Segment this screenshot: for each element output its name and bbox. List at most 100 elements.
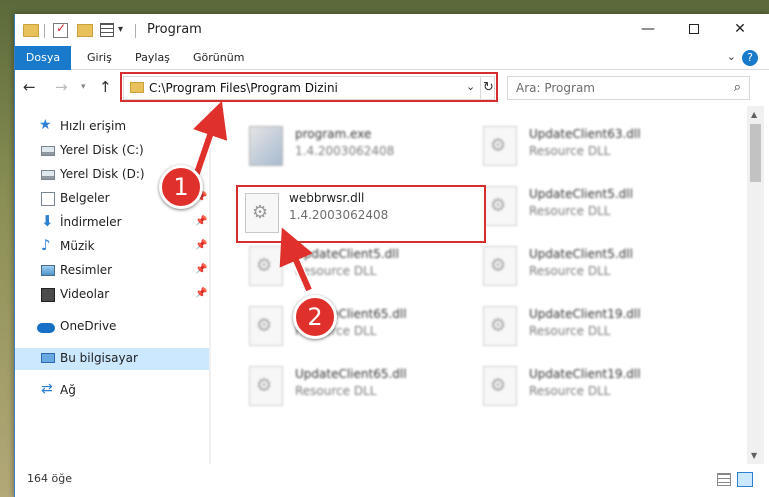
toolbar-divider	[44, 24, 45, 38]
up-arrow-icon[interactable]: ↑	[99, 78, 112, 96]
sidebar-item-label: Yerel Disk (C:)	[60, 143, 144, 157]
sidebar-item-label: Hızlı erişim	[60, 119, 127, 133]
maximize-button[interactable]	[671, 14, 717, 44]
file-item[interactable]: UpdateClient19.dll Resource DLL	[483, 306, 703, 348]
sidebar-item-label: Belgeler	[60, 191, 110, 205]
recent-locations-dropdown-icon[interactable]: ▾	[81, 82, 86, 92]
sidebar-item-label: Videolar	[60, 287, 110, 301]
address-highlight-box	[120, 72, 498, 102]
file-item[interactable]: UpdateClient5.dll Resource DLL	[483, 186, 703, 228]
file-version: 1.4.2003062408	[289, 208, 389, 222]
item-count: 164 öğe	[27, 472, 72, 485]
sidebar-item-quick-access[interactable]: ★ Hızlı erişim	[15, 116, 209, 138]
scroll-up-icon[interactable]: ▲	[751, 110, 757, 119]
dll-file-icon	[249, 366, 283, 406]
dll-file-icon	[483, 366, 517, 406]
sidebar-item-this-pc[interactable]: Bu bilgisayar	[15, 348, 209, 370]
dll-file-icon	[483, 186, 517, 226]
pictures-icon	[41, 265, 55, 276]
cloud-icon	[37, 323, 55, 333]
pin-icon[interactable]: 📌	[195, 288, 207, 299]
file-name: UpdateClient5.dll	[529, 247, 633, 261]
pin-icon[interactable]: 📌	[195, 240, 207, 251]
tab-file[interactable]: Dosya	[15, 46, 71, 70]
tab-view[interactable]: Görünüm	[183, 46, 254, 70]
navigation-pane: ★ Hızlı erişim Yerel Disk (C:) Yerel Dis…	[15, 106, 209, 464]
vertical-scrollbar[interactable]: ▲ ▼	[747, 106, 764, 464]
file-name: UpdateClient5.dll	[529, 187, 633, 201]
scrollbar-thumb[interactable]	[750, 124, 761, 182]
drive-icon	[41, 170, 55, 180]
document-icon	[41, 192, 55, 206]
sidebar-item-label: Müzik	[60, 239, 95, 253]
navigation-bar: ← → ▾ ↑ C:\Program Files\Program Dizini …	[15, 71, 769, 105]
file-version: 1.4.2003062408	[295, 144, 395, 158]
file-item[interactable]: program.exe 1.4.2003062408	[249, 126, 449, 168]
file-item[interactable]: UpdateClient5.dll Resource DLL	[249, 246, 449, 288]
sidebar-item-local-disk-c[interactable]: Yerel Disk (C:)	[15, 140, 209, 162]
sidebar-item-network[interactable]: ⇄ Ağ	[15, 380, 209, 402]
sidebar-item-music[interactable]: ♪ Müzik 📌	[15, 236, 209, 258]
drive-icon	[41, 146, 55, 156]
file-description: Resource DLL	[295, 264, 377, 278]
properties-icon[interactable]	[100, 23, 114, 37]
file-item[interactable]: UpdateClient19.dll Resource DLL	[483, 366, 703, 408]
sidebar-item-onedrive[interactable]: OneDrive	[15, 316, 209, 338]
scroll-down-icon[interactable]: ▼	[751, 451, 757, 460]
pin-icon[interactable]: 📌	[195, 216, 207, 227]
executable-icon	[249, 126, 283, 166]
highlighted-file-item[interactable]: webbrwsr.dll 1.4.2003062408	[236, 185, 486, 243]
customize-toolbar-dropdown-icon[interactable]: ▾	[118, 24, 123, 40]
sidebar-item-videos[interactable]: Videolar 📌	[15, 284, 209, 306]
expand-ribbon-icon[interactable]: ⌄	[727, 50, 736, 63]
file-name: UpdateClient5.dll	[295, 247, 399, 261]
file-item[interactable]: UpdateClient63.dll Resource DLL	[483, 126, 703, 168]
network-icon: ⇄	[41, 381, 53, 397]
file-item[interactable]: UpdateClient5.dll Resource DLL	[483, 246, 703, 288]
video-icon	[41, 288, 55, 302]
window-title: Program	[147, 22, 202, 37]
file-description: Resource DLL	[529, 144, 611, 158]
new-folder-icon[interactable]	[77, 24, 93, 37]
sidebar-item-downloads[interactable]: ⬇ İndirmeler 📌	[15, 212, 209, 234]
tab-share[interactable]: Paylaş	[125, 46, 180, 70]
status-bar: 164 öğe	[15, 466, 769, 497]
sidebar-item-label: OneDrive	[60, 319, 117, 333]
tab-home[interactable]: Giriş	[77, 46, 122, 70]
details-view-icon[interactable]	[717, 473, 731, 486]
dll-file-icon	[245, 193, 279, 233]
file-name: webbrwsr.dll	[289, 191, 365, 205]
close-button[interactable]: ✕	[717, 14, 763, 44]
dll-file-icon	[483, 306, 517, 346]
file-name: program.exe	[295, 127, 372, 141]
back-arrow-icon[interactable]: ←	[23, 78, 36, 96]
file-description: Resource DLL	[529, 264, 611, 278]
forward-arrow-icon[interactable]: →	[55, 78, 68, 96]
help-icon[interactable]: ?	[742, 50, 758, 66]
file-explorer-window: ▾ Program — ✕ Dosya Giriş Paylaş Görünüm…	[14, 14, 769, 497]
computer-icon	[41, 353, 55, 363]
minimize-button[interactable]: —	[625, 14, 671, 44]
file-description: Resource DLL	[529, 324, 611, 338]
search-placeholder: Ara: Program	[516, 81, 595, 95]
dll-file-icon	[249, 306, 283, 346]
pin-icon[interactable]: 📌	[195, 264, 207, 275]
file-list: program.exe 1.4.2003062408 UpdateClient6…	[211, 106, 747, 464]
download-icon: ⬇	[41, 212, 54, 230]
file-name: UpdateClient63.dll	[529, 127, 641, 141]
step-2-badge: 2	[293, 295, 337, 339]
file-description: Resource DLL	[295, 384, 377, 398]
large-icons-view-icon[interactable]	[737, 472, 753, 487]
search-icon: ⌕	[733, 80, 741, 95]
ribbon-tabs: Dosya Giriş Paylaş Görünüm ⌄ ?	[15, 46, 769, 70]
sidebar-item-label: Ağ	[60, 383, 76, 397]
music-icon: ♪	[41, 236, 51, 254]
sidebar-item-pictures[interactable]: Resimler 📌	[15, 260, 209, 282]
search-input[interactable]: Ara: Program ⌕	[507, 76, 750, 100]
file-item[interactable]: UpdateClient65.dll Resource DLL	[249, 306, 449, 348]
folder-icon	[23, 24, 39, 37]
file-name: UpdateClient65.dll	[295, 367, 407, 381]
dll-file-icon	[483, 246, 517, 286]
file-item[interactable]: UpdateClient65.dll Resource DLL	[249, 366, 449, 408]
properties-check-icon[interactable]	[53, 21, 68, 38]
